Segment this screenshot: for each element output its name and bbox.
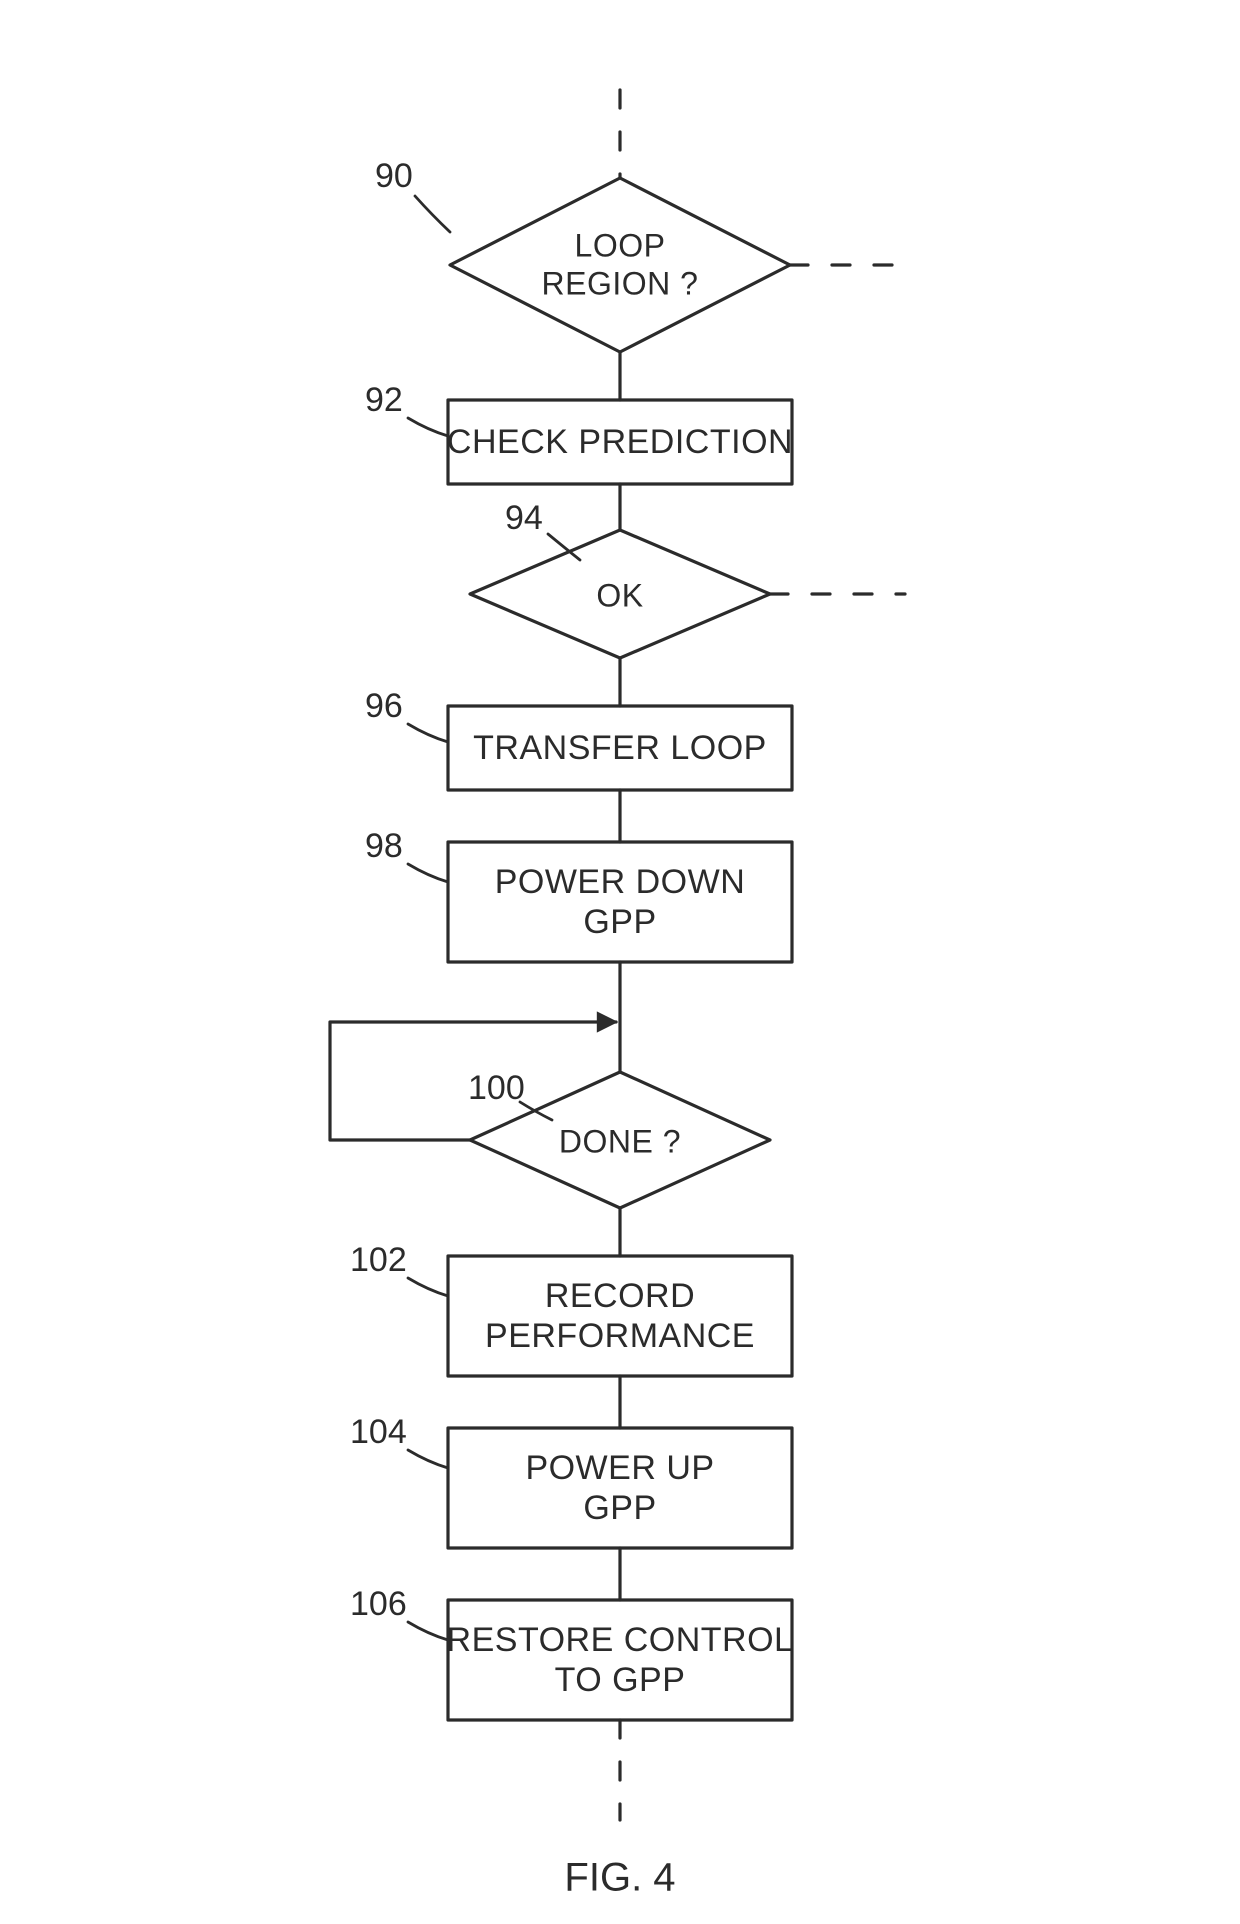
node-102: RECORD PERFORMANCE xyxy=(448,1256,792,1376)
svg-text:104: 104 xyxy=(350,1413,407,1451)
node-90: LOOP REGION ? xyxy=(450,178,790,352)
node-98-label-line2: GPP xyxy=(583,903,656,941)
ref-102: 102 xyxy=(350,1241,448,1296)
node-106-label-line1: RESTORE CONTROL xyxy=(447,1621,794,1659)
node-104: POWER UP GPP xyxy=(448,1428,792,1548)
node-96-label: TRANSFER LOOP xyxy=(473,729,767,767)
ref-96: 96 xyxy=(365,687,448,742)
ref-104: 104 xyxy=(350,1413,448,1468)
svg-text:100: 100 xyxy=(468,1069,525,1107)
svg-text:98: 98 xyxy=(365,827,403,865)
node-90-label-line1: LOOP xyxy=(575,227,666,263)
node-104-label-line1: POWER UP xyxy=(525,1449,714,1487)
node-94-label: OK xyxy=(596,577,643,613)
svg-text:106: 106 xyxy=(350,1585,407,1623)
node-106: RESTORE CONTROL TO GPP xyxy=(447,1600,794,1720)
node-96: TRANSFER LOOP xyxy=(448,706,792,790)
svg-text:102: 102 xyxy=(350,1241,407,1279)
node-102-label-line2: PERFORMANCE xyxy=(485,1317,755,1355)
node-90-label-line2: REGION ? xyxy=(542,265,699,301)
node-104-label-line2: GPP xyxy=(583,1489,656,1527)
node-98: POWER DOWN GPP xyxy=(448,842,792,962)
node-92: CHECK PREDICTION xyxy=(447,400,793,484)
flowchart-figure: LOOP REGION ? 90 CHECK PREDICTION 92 94 … xyxy=(0,0,1240,1924)
node-94: OK xyxy=(470,530,770,658)
node-106-label-line2: TO GPP xyxy=(555,1661,686,1699)
svg-text:92: 92 xyxy=(365,381,403,419)
node-98-label-line1: POWER DOWN xyxy=(495,863,746,901)
ref-98: 98 xyxy=(365,827,448,882)
ref-100: 100 xyxy=(468,1069,552,1120)
svg-text:90: 90 xyxy=(375,157,413,195)
ref-92: 92 xyxy=(365,381,448,436)
figure-caption: FIG. 4 xyxy=(564,1856,675,1900)
node-92-label: CHECK PREDICTION xyxy=(447,423,793,461)
ref-90: 90 xyxy=(375,157,450,232)
node-102-label-line1: RECORD xyxy=(545,1277,695,1315)
svg-text:96: 96 xyxy=(365,687,403,725)
ref-106: 106 xyxy=(350,1585,448,1640)
node-100-label: DONE ? xyxy=(559,1123,681,1159)
svg-text:94: 94 xyxy=(505,499,543,537)
